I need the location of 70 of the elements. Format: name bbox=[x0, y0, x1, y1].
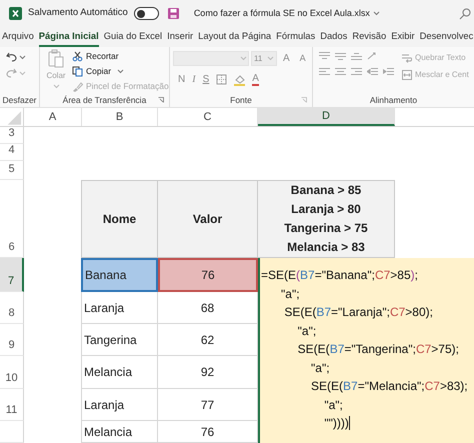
undo-icon[interactable] bbox=[6, 52, 17, 62]
formula-line: "a"; bbox=[296, 322, 316, 340]
merge-cells-icon bbox=[402, 70, 412, 80]
group-label: Fonte bbox=[230, 94, 252, 106]
chevron-down-icon bbox=[117, 68, 124, 74]
menu-tab[interactable]: Inserir bbox=[167, 26, 194, 47]
formula-line: =SE(E(B7="Banana";C7>85); bbox=[261, 267, 418, 284]
row-header[interactable]: 7 bbox=[0, 258, 24, 292]
row-header[interactable]: 4 bbox=[0, 144, 24, 161]
row-header[interactable]: 5 bbox=[0, 161, 24, 180]
save-icon[interactable] bbox=[168, 8, 179, 19]
wrap-text-icon bbox=[402, 53, 412, 63]
menu-tab[interactable]: Dados bbox=[320, 26, 348, 47]
header-cell: Nome bbox=[81, 180, 158, 258]
group-label: Alinhamento bbox=[370, 94, 418, 106]
formula-line: "a"; bbox=[323, 396, 343, 414]
table-cell: Banana bbox=[81, 258, 158, 292]
chevron-down-icon[interactable] bbox=[372, 11, 380, 16]
clipboard-button[interactable]: Recortar bbox=[72, 49, 169, 63]
file-name: Como fazer a fórmula SE no Excel Aula.xlsx bbox=[194, 6, 370, 20]
redo-icon[interactable] bbox=[6, 68, 17, 78]
menu-tab[interactable]: Desenvolvec bbox=[420, 26, 474, 47]
table-cell: Melancia bbox=[81, 356, 158, 389]
formula-line: SE(E(B7="Melancia";C7>83); bbox=[310, 378, 468, 395]
chevron-down-icon[interactable] bbox=[19, 54, 26, 60]
chevron-down-icon bbox=[240, 56, 247, 61]
formula-line: "")))) bbox=[323, 415, 349, 432]
copy-icon bbox=[72, 66, 83, 76]
search-icon[interactable] bbox=[459, 8, 471, 20]
row-header[interactable]: 8 bbox=[0, 292, 24, 324]
table-cell: Melancia bbox=[81, 421, 158, 443]
autosave-label: Salvamento Automático bbox=[28, 6, 128, 20]
column-header[interactable]: A bbox=[24, 108, 82, 126]
menu-tab[interactable]: Exibir bbox=[391, 26, 415, 47]
table-cell: Tangerina bbox=[81, 324, 158, 356]
chevron-down-icon[interactable] bbox=[19, 70, 26, 76]
dialog-launcher-icon[interactable] bbox=[158, 97, 164, 103]
table-cell: 76 bbox=[158, 258, 258, 292]
menu-tab[interactable]: Layout da Página bbox=[198, 26, 272, 47]
group-label: Desfazer bbox=[2, 94, 36, 106]
clipboard-button[interactable]: Copiar bbox=[72, 64, 169, 78]
menu-tab[interactable]: Guia do Excel bbox=[104, 26, 162, 47]
group-label: Área de Transferência bbox=[62, 94, 146, 106]
row-header[interactable] bbox=[0, 421, 24, 443]
autosave-toggle[interactable] bbox=[134, 7, 159, 20]
formula-line: SE(E(B7="Laranja";C7>80); bbox=[283, 304, 433, 321]
menu-tab[interactable]: Arquivo bbox=[2, 26, 34, 47]
row-header[interactable]: 11 bbox=[0, 389, 24, 421]
chevron-down-icon bbox=[267, 56, 274, 61]
formula-line: "a"; bbox=[280, 286, 300, 302]
chevron-down-icon bbox=[52, 84, 60, 89]
menu-tab[interactable]: Fórmulas bbox=[276, 26, 316, 47]
cell-editor[interactable]: =SE(E(B7="Banana";C7>85); "a"; SE(E(B7="Laranja";C7>80); "a"; SE(E(B7="Tangerina";C7>75); "a"; SE(E(B7="Melancia";C7>83); "a"; "")))) bbox=[258, 258, 474, 443]
table-cell: Laranja bbox=[81, 292, 158, 324]
menu-tab[interactable]: Revisão bbox=[352, 26, 386, 47]
text-cursor bbox=[348, 416, 350, 430]
excel-logo-icon bbox=[9, 7, 22, 20]
row-header[interactable]: 9 bbox=[0, 324, 24, 356]
row-header[interactable]: 3 bbox=[0, 127, 24, 144]
brush-icon bbox=[72, 80, 83, 92]
header-cell: Valor bbox=[157, 180, 258, 258]
row-header[interactable]: 10 bbox=[0, 356, 24, 389]
table-cell: Laranja bbox=[81, 389, 158, 421]
scissors-icon bbox=[72, 50, 83, 62]
header-cell: Banana > 85 Laranja > 80 Tangerina > 75 Melancia > 83 bbox=[257, 180, 395, 258]
column-header[interactable]: B bbox=[82, 108, 158, 126]
dialog-launcher-icon[interactable] bbox=[301, 97, 307, 103]
formula-line: SE(E(B7="Tangerina";C7>75); bbox=[296, 341, 459, 358]
formula-line: "a"; bbox=[310, 360, 330, 376]
column-header[interactable]: D bbox=[258, 108, 395, 126]
